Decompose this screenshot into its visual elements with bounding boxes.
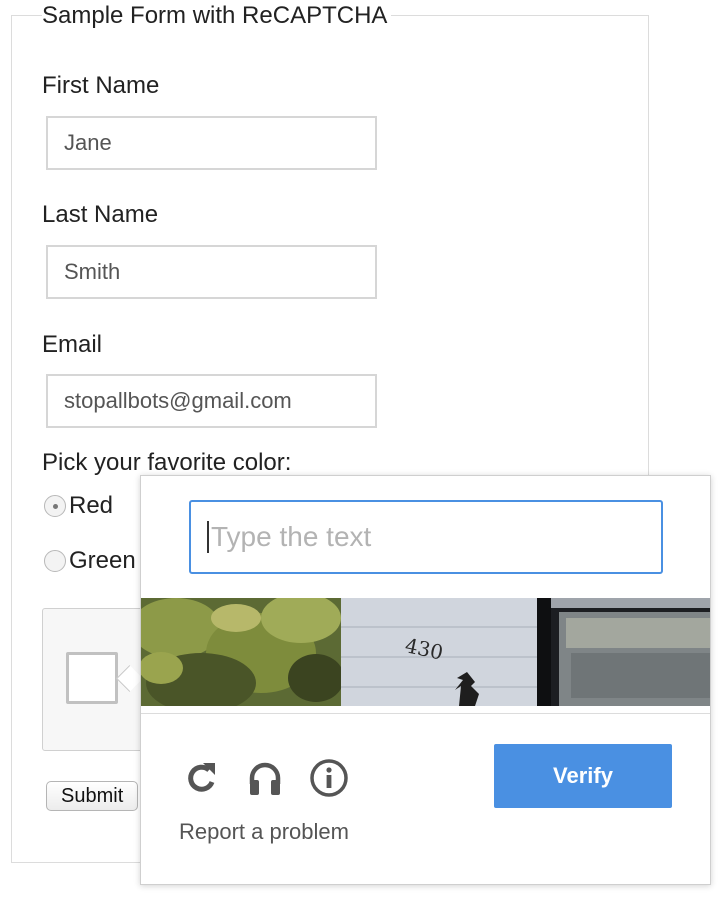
challenge-pointer bbox=[116, 665, 143, 692]
first-name-input[interactable] bbox=[46, 116, 377, 170]
radio-label-green: Green bbox=[69, 547, 136, 574]
radio-button-red[interactable] bbox=[44, 495, 66, 517]
email-input[interactable] bbox=[46, 374, 377, 428]
radio-label-red: Red bbox=[69, 492, 114, 519]
radio-option-green[interactable]: Green bbox=[44, 547, 136, 575]
report-problem-link[interactable]: Report a problem bbox=[179, 819, 349, 845]
form-title: Sample Form with ReCAPTCHA bbox=[42, 2, 392, 30]
captcha-input-placeholder: Type the text bbox=[211, 521, 372, 552]
captcha-image: 430 bbox=[141, 598, 710, 706]
captcha-text-input[interactable]: Type the text bbox=[189, 500, 663, 574]
recaptcha-challenge-popup: Type the text 430 Verify Report a proble… bbox=[140, 475, 711, 885]
color-prompt: Pick your favorite color: bbox=[42, 449, 292, 476]
verify-button[interactable]: Verify bbox=[494, 744, 672, 808]
submit-button[interactable]: Submit bbox=[46, 781, 138, 811]
text-caret bbox=[207, 521, 209, 553]
radio-option-red[interactable]: Red bbox=[44, 492, 113, 520]
email-label: Email bbox=[42, 331, 103, 358]
radio-button-green[interactable] bbox=[44, 550, 66, 572]
info-icon[interactable] bbox=[309, 758, 349, 798]
last-name-input[interactable] bbox=[46, 245, 377, 299]
recaptcha-checkbox[interactable] bbox=[66, 652, 118, 704]
last-name-label: Last Name bbox=[42, 201, 159, 228]
challenge-divider bbox=[141, 713, 710, 714]
headphones-icon[interactable] bbox=[245, 758, 285, 798]
reload-icon[interactable] bbox=[181, 758, 221, 798]
first-name-label: First Name bbox=[42, 72, 160, 99]
